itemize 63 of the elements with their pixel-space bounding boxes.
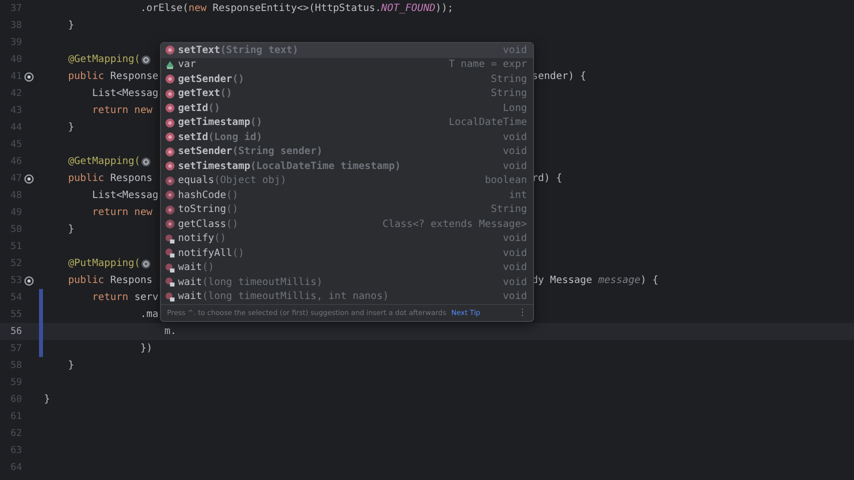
completion-item[interactable]: wait(long timeoutMillis, int nanos) void	[161, 290, 533, 304]
completion-item[interactable]: setTimestamp(LocalDateTime timestamp) void	[161, 159, 533, 174]
locked-method-icon	[165, 262, 175, 273]
method-icon	[165, 118, 175, 128]
code-line: @GetMapping(	[67, 54, 140, 65]
completion-item[interactable]: wait(long timeoutMillis) void	[161, 275, 533, 290]
code-line: return serv	[91, 292, 158, 303]
completion-item[interactable]: hashCode() int	[161, 188, 533, 202]
code-line: }	[67, 20, 74, 31]
method-icon	[165, 176, 175, 186]
code-line: sender) {	[532, 71, 586, 82]
code-line: }	[67, 122, 74, 133]
code-line: }	[44, 394, 50, 405]
completion-item[interactable]: setSender(String sender) void	[161, 144, 533, 159]
method-icon	[165, 190, 175, 200]
method-icon	[165, 88, 175, 99]
template-icon	[165, 60, 175, 70]
code-line: List<Messag	[91, 190, 158, 201]
completion-item[interactable]: equals(Object obj) boolean	[161, 174, 533, 188]
completion-item[interactable]: getId() Long	[161, 101, 533, 116]
code-line: }	[67, 360, 74, 371]
method-icon	[165, 219, 175, 230]
line-number: 56	[10, 326, 22, 337]
code-line: public Response	[67, 71, 158, 82]
completion-item[interactable]: notifyAll() void	[161, 246, 533, 260]
locked-method-icon	[165, 248, 175, 258]
code-line: return new	[91, 207, 152, 218]
code-line: m.	[163, 326, 176, 337]
code-line: .ma	[139, 309, 158, 320]
completion-item[interactable]: getSender() String	[161, 72, 533, 86]
locked-method-icon	[165, 234, 175, 244]
completion-item[interactable]: toString() String	[161, 202, 533, 217]
completion-item[interactable]: getClass() Class<? extends Message>	[161, 217, 533, 232]
completion-item[interactable]: var T name = expr	[161, 58, 533, 72]
method-icon	[165, 161, 175, 172]
more-button[interactable]: ⋮	[518, 308, 527, 318]
code-line: .orElse(new ResponseEntity<>(HttpStatus.NOT_FOUND));	[139, 3, 454, 14]
method-icon	[165, 45, 175, 56]
locked-method-icon	[165, 277, 175, 288]
code-line: return new	[91, 105, 152, 116]
method-icon	[165, 74, 175, 84]
code-line: })	[139, 343, 152, 354]
completion-item[interactable]: wait() void	[161, 260, 533, 275]
gutter-run-icon[interactable]	[24, 174, 34, 184]
code-line: public Respons	[67, 173, 152, 184]
method-icon	[165, 204, 175, 215]
gutter-run-icon[interactable]	[24, 72, 34, 82]
method-icon	[165, 132, 175, 142]
completion-item[interactable]: notify() void	[161, 232, 533, 246]
code-line: @PutMapping(	[67, 258, 140, 269]
method-icon	[165, 103, 175, 114]
completion-item[interactable]: setId(Long id) void	[161, 130, 533, 144]
code-line: @GetMapping(	[67, 156, 140, 167]
completion-item[interactable]: getText() String	[161, 86, 533, 101]
gutter-run-icon[interactable]	[24, 276, 34, 286]
code-line: }	[67, 224, 74, 235]
code-line: rd) {	[532, 173, 562, 184]
completion-item[interactable]: getTimestamp() LocalDateTime	[161, 116, 533, 130]
completion-item[interactable]: setText(String text) void	[161, 43, 533, 58]
method-icon	[165, 146, 175, 157]
code-line: List<Messag	[91, 88, 158, 99]
locked-method-icon	[165, 292, 175, 302]
code-line: public Respons	[67, 275, 152, 286]
